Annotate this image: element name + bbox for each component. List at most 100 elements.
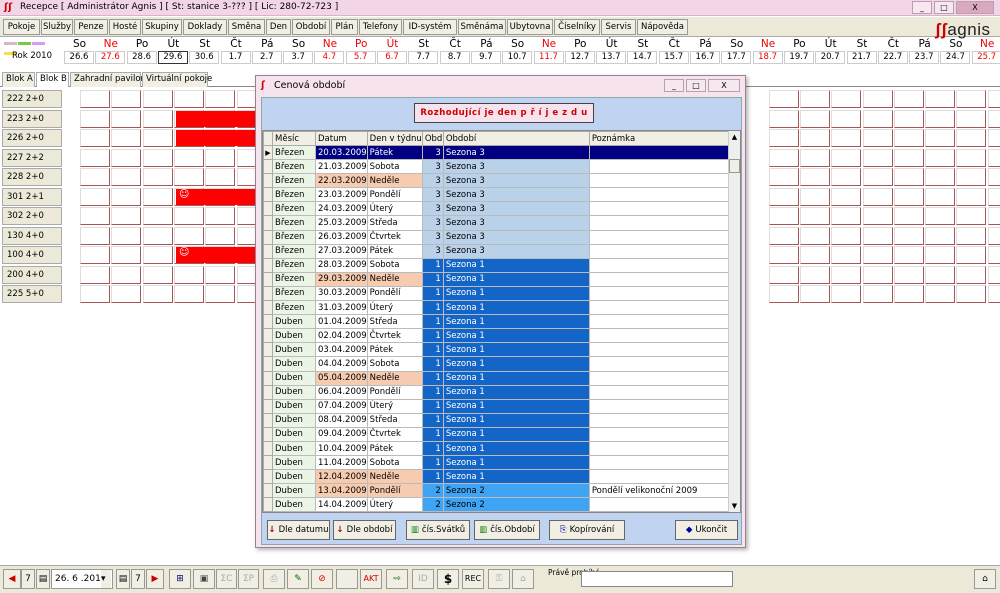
period-name-cell[interactable]: Sezona 3: [442, 215, 590, 231]
room-day-cell[interactable]: [173, 148, 204, 167]
period-name-cell[interactable]: Sezona 1: [442, 356, 590, 372]
notes-icon[interactable]: ✎: [287, 569, 309, 589]
blank-button[interactable]: [336, 569, 358, 589]
room-day-cell[interactable]: [80, 187, 110, 206]
room-day-cell[interactable]: [173, 168, 204, 186]
period-name-cell[interactable]: Sezona 1: [442, 426, 590, 442]
weekday-cell[interactable]: Neděle: [366, 173, 423, 189]
day-date[interactable]: 24.7: [940, 51, 971, 64]
date-cell[interactable]: 01.04.2009: [315, 314, 368, 330]
room-day-cell[interactable]: [799, 265, 830, 284]
room-day-cell[interactable]: [925, 187, 956, 206]
month-cell[interactable]: Březen: [272, 257, 316, 273]
date-cell[interactable]: 14.04.2009: [315, 497, 368, 512]
restore-button[interactable]: □: [934, 1, 954, 14]
day-date[interactable]: 11.7: [533, 51, 564, 64]
bed-icon[interactable]: ⊞: [169, 569, 191, 589]
room-day-cell[interactable]: [831, 187, 862, 206]
room-day-cell[interactable]: [862, 265, 893, 284]
room-day-cell[interactable]: [768, 109, 799, 128]
menu-item[interactable]: Směnáma: [458, 19, 506, 35]
period-number-cell[interactable]: 1: [421, 257, 444, 273]
month-cell[interactable]: Duben: [272, 455, 316, 471]
period-number-cell[interactable]: 1: [421, 398, 444, 414]
note-cell[interactable]: [588, 159, 737, 175]
room-row-label[interactable]: 228 2+0: [2, 168, 62, 186]
period-number-cell[interactable]: 1: [421, 328, 444, 344]
date-cell[interactable]: 03.04.2009: [315, 342, 368, 358]
scroll-down-icon[interactable]: ▼: [729, 500, 740, 512]
row-indicator[interactable]: [263, 328, 273, 344]
holiday-list-button[interactable]: ▥ čís.Svátků: [406, 520, 470, 540]
room-day-cell[interactable]: [862, 226, 893, 245]
days-forward-value[interactable]: 7: [131, 569, 145, 589]
room-day-cell[interactable]: [111, 226, 142, 245]
room-day-cell[interactable]: [987, 109, 1000, 128]
date-cell[interactable]: 22.03.2009: [315, 173, 368, 189]
room-day-cell[interactable]: [80, 129, 110, 147]
row-indicator[interactable]: [263, 271, 273, 287]
table-row[interactable]: Duben 09.04.2009 Čtvrtek 1 Sezona 1: [263, 426, 737, 442]
table-row[interactable]: Duben 02.04.2009 Čtvrtek 1 Sezona 1: [263, 328, 737, 344]
room-day-cell[interactable]: [768, 187, 799, 206]
room-day-cell[interactable]: [142, 109, 173, 128]
room-day-cell[interactable]: [80, 246, 110, 264]
period-name-cell[interactable]: Sezona 1: [442, 440, 590, 457]
room-day-cell[interactable]: [862, 168, 893, 186]
room-row-label[interactable]: 225 5+0: [2, 285, 62, 303]
note-cell[interactable]: [588, 497, 737, 512]
table-row[interactable]: Březen 25.03.2009 Středa 3 Sezona 3: [263, 215, 737, 231]
room-day-cell[interactable]: [956, 265, 987, 284]
date-cell[interactable]: 04.04.2009: [315, 356, 368, 372]
day-date[interactable]: 2.7: [251, 51, 282, 64]
room-day-cell[interactable]: [173, 90, 204, 108]
room-day-cell[interactable]: [893, 187, 924, 206]
column-header[interactable]: Měsíc: [272, 131, 316, 146]
month-cell[interactable]: Duben: [272, 328, 316, 344]
day-date[interactable]: 18.7: [752, 51, 783, 64]
room-day-cell[interactable]: [831, 109, 862, 128]
room-day-cell[interactable]: [925, 168, 956, 186]
room-day-cell[interactable]: [799, 187, 830, 206]
row-indicator[interactable]: [263, 412, 273, 428]
menu-item[interactable]: Den: [266, 19, 291, 35]
room-day-cell[interactable]: [831, 129, 862, 147]
date-cell[interactable]: 06.04.2009: [315, 384, 368, 400]
room-day-cell[interactable]: [80, 285, 110, 303]
day-date[interactable]: 27.6: [95, 51, 126, 64]
note-cell[interactable]: [588, 257, 737, 273]
weekday-cell[interactable]: Úterý: [366, 398, 423, 414]
cancel-icon[interactable]: ⊘: [311, 569, 333, 589]
room-day-cell[interactable]: [205, 90, 236, 108]
month-cell[interactable]: Duben: [272, 370, 316, 386]
room-day-cell[interactable]: [893, 285, 924, 303]
period-name-cell[interactable]: Sezona 1: [442, 398, 590, 414]
note-cell[interactable]: [588, 300, 737, 316]
dialog-minimize-button[interactable]: _: [664, 79, 684, 92]
room-day-cell[interactable]: [111, 246, 142, 264]
reservation-bar[interactable]: [176, 130, 255, 146]
room-day-cell[interactable]: [142, 265, 173, 284]
room-day-cell[interactable]: [142, 226, 173, 245]
room-day-cell[interactable]: [862, 129, 893, 147]
menu-item[interactable]: Doklady: [183, 19, 227, 35]
period-list-button[interactable]: ▥ čís.Období: [474, 520, 540, 540]
period-number-cell[interactable]: 3: [421, 173, 444, 189]
weekday-cell[interactable]: Neděle: [366, 271, 423, 287]
row-indicator[interactable]: [263, 398, 273, 414]
month-cell[interactable]: Duben: [272, 342, 316, 358]
note-cell[interactable]: [588, 285, 737, 302]
period-name-cell[interactable]: Sezona 1: [442, 469, 590, 485]
sum-p-button[interactable]: ΣP: [238, 569, 259, 589]
room-day-cell[interactable]: [799, 129, 830, 147]
room-day-cell[interactable]: [205, 226, 236, 245]
reservation-bar[interactable]: [176, 110, 255, 127]
period-name-cell[interactable]: Sezona 1: [442, 384, 590, 400]
period-name-cell[interactable]: Sezona 3: [442, 144, 590, 161]
room-day-cell[interactable]: [893, 226, 924, 245]
scroll-up-icon[interactable]: ▲: [729, 131, 740, 143]
note-cell[interactable]: [588, 412, 737, 428]
room-day-cell[interactable]: [768, 129, 799, 147]
date-cell[interactable]: 12.04.2009: [315, 469, 368, 485]
room-day-cell[interactable]: [893, 148, 924, 167]
